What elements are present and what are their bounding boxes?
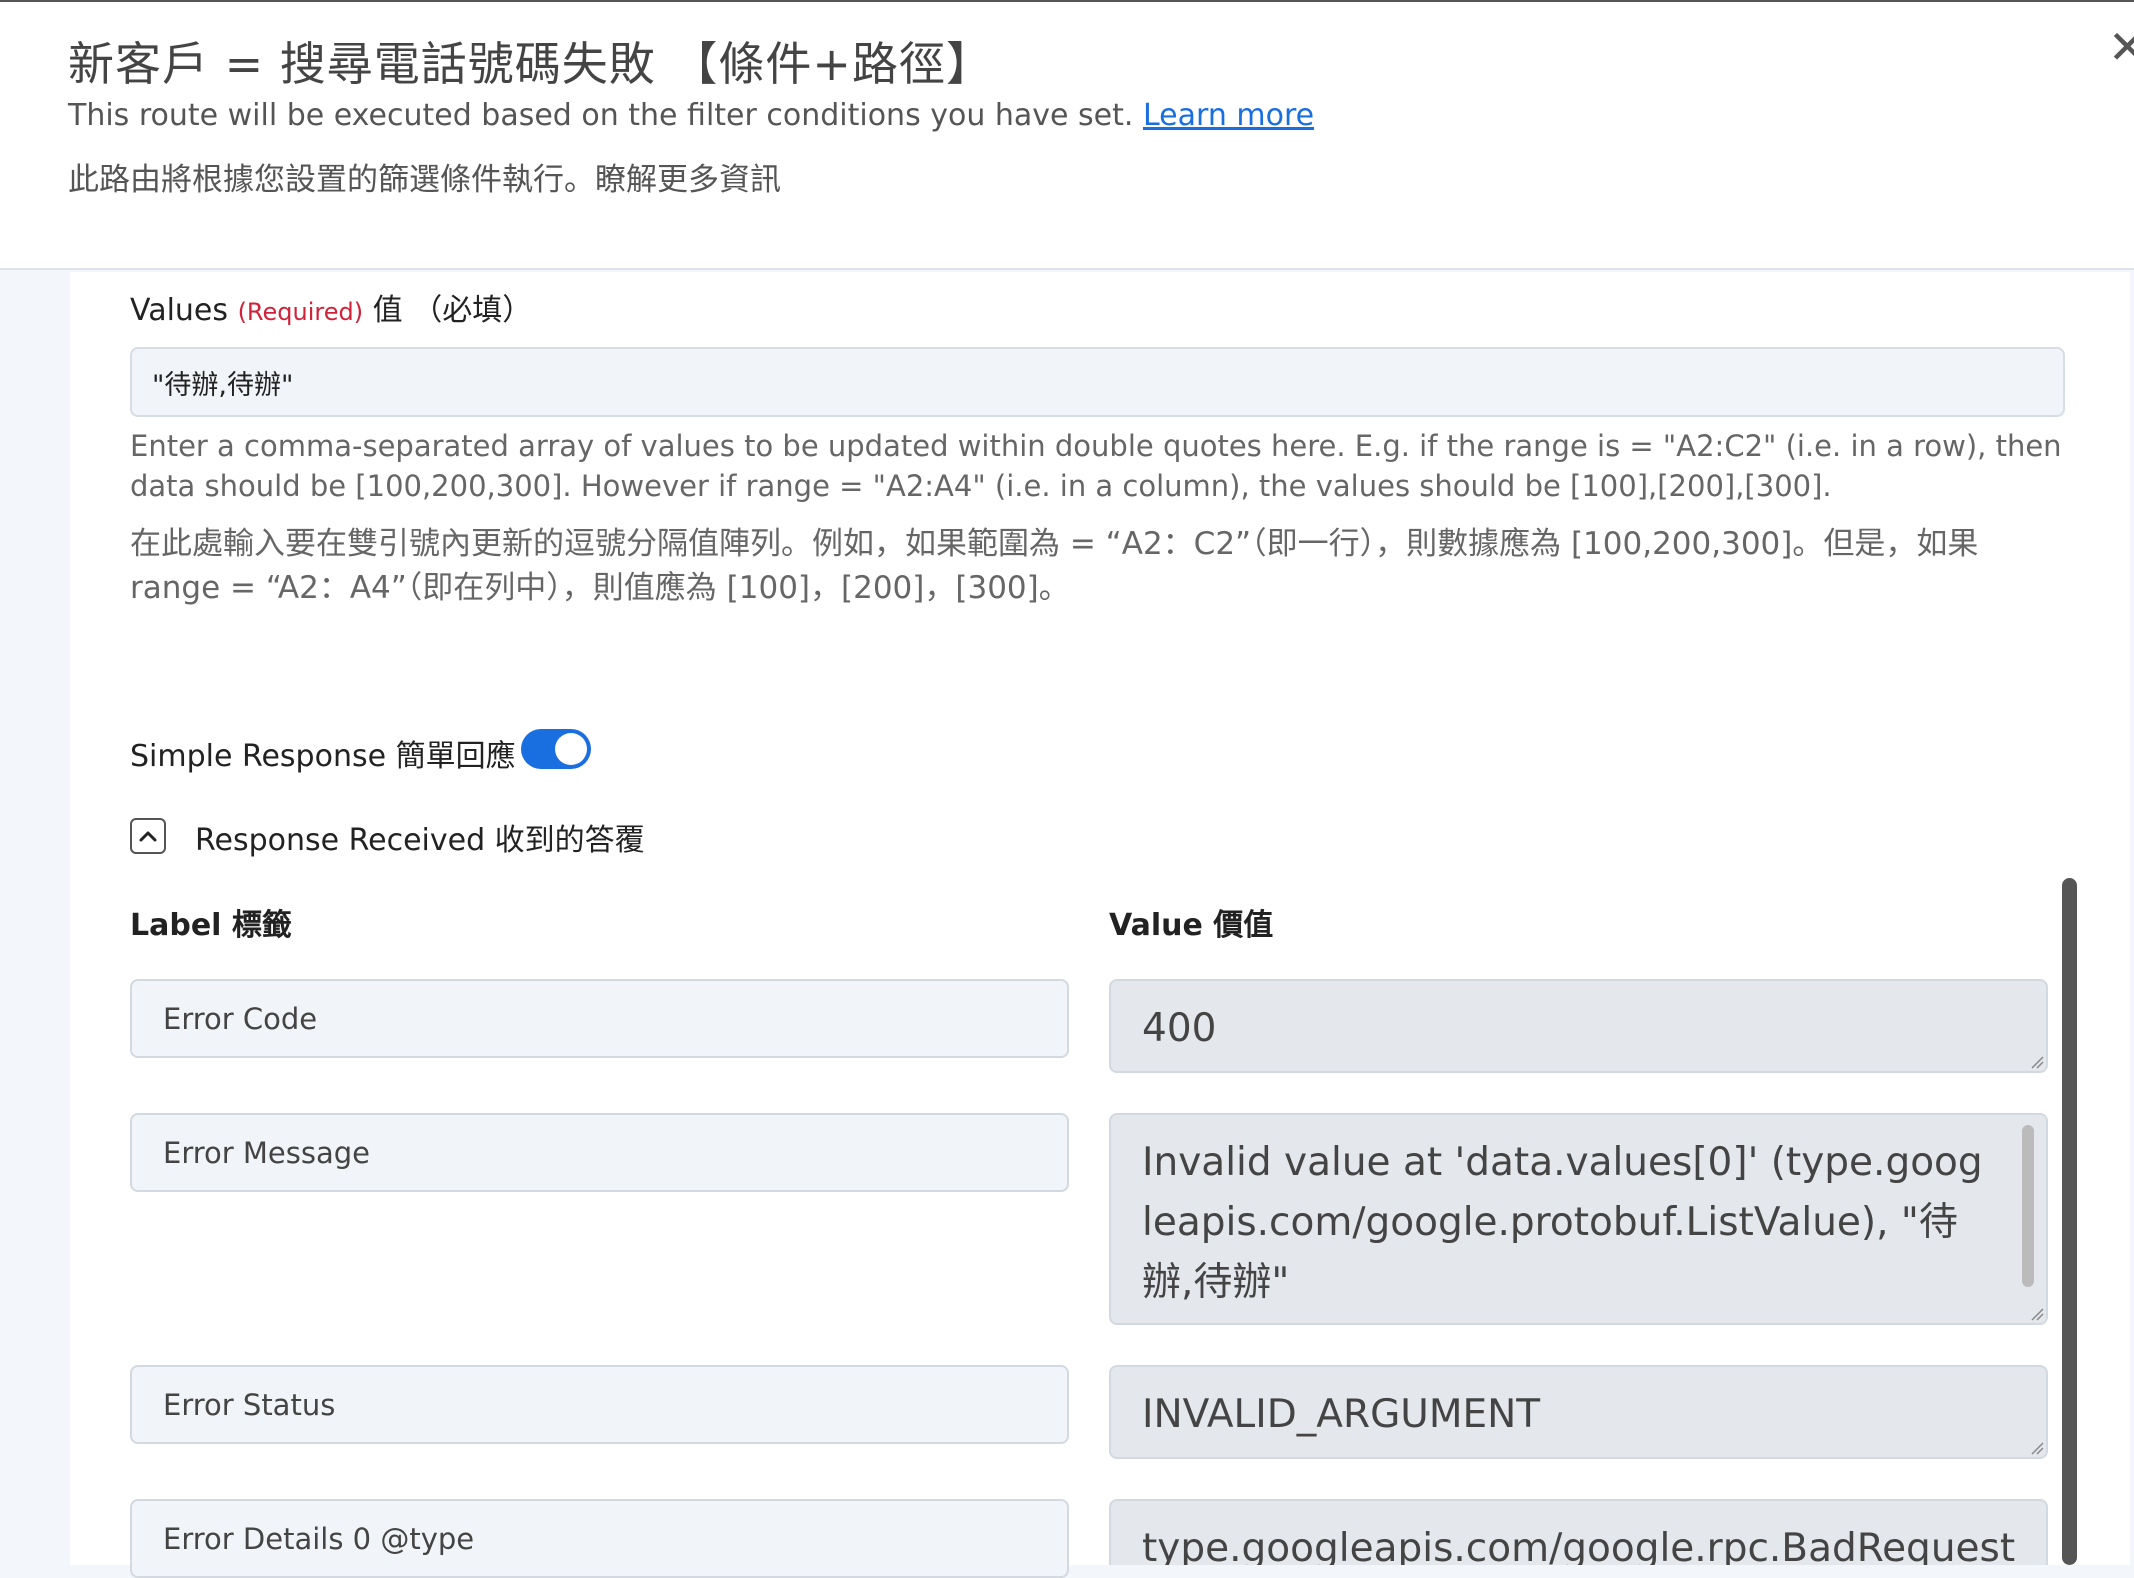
error-message-label-field[interactable]: Error Message — [130, 1113, 1069, 1192]
page-scrollbar[interactable] — [2062, 878, 2077, 1565]
error-details-type-value-field[interactable]: type.googleapis.com/google.rpc.BadReques… — [1109, 1499, 2048, 1565]
route-description-text: This route will be executed based on the… — [68, 98, 1134, 133]
error-code-label-field[interactable]: Error Code — [130, 979, 1069, 1058]
modal-header: 新客戶 = 搜尋電話號碼失敗 【條件+路徑】 ✕ This route will… — [0, 0, 2134, 270]
values-help-text: Enter a comma-separated array of values … — [130, 429, 2062, 503]
values-help-text-zh: 在此處輸入要在雙引號內更新的逗號分隔值陣列。例如，如果範圍為 = “A2：C2”… — [130, 526, 1979, 606]
error-details-type-value: type.googleapis.com/google.rpc.BadReques… — [1142, 1526, 2016, 1565]
resize-grip-icon[interactable] — [2028, 1053, 2044, 1069]
error-message-value: Invalid value at 'data.values[0]' (type.… — [1142, 1140, 1983, 1305]
toggle-knob — [555, 733, 587, 765]
textarea-scrollbar[interactable] — [2022, 1125, 2034, 1287]
value-column-header: Value 價值 — [1109, 908, 1274, 943]
error-code-value: 400 — [1142, 1006, 1217, 1051]
page-title: 新客戶 = 搜尋電話號碼失敗 【條件+路徑】 — [68, 37, 993, 91]
error-status-value: INVALID_ARGUMENT — [1142, 1392, 1541, 1437]
values-label: Values — [130, 293, 229, 328]
route-description-zh: 此路由將根據您設置的篩選條件執行。瞭解更多資訊 — [68, 162, 781, 198]
route-description: This route will be executed based on the… — [68, 98, 1314, 133]
error-status-value-field[interactable]: INVALID_ARGUMENT — [1109, 1365, 2048, 1459]
required-badge: (Required) — [237, 298, 364, 326]
chevron-up-icon[interactable] — [130, 818, 166, 854]
response-received-label: Response Received 收到的答覆 — [195, 823, 645, 858]
values-label-zh: 值 （必填） — [372, 293, 533, 328]
label-column-header: Label 標籤 — [130, 908, 292, 943]
resize-grip-icon[interactable] — [2028, 1439, 2044, 1455]
learn-more-link[interactable]: Learn more — [1143, 98, 1314, 133]
simple-response-toggle[interactable] — [521, 729, 591, 769]
error-details-type-label-field[interactable]: Error Details 0 @type — [130, 1499, 1069, 1578]
simple-response-label: Simple Response 簡單回應 — [130, 739, 516, 774]
close-icon[interactable]: ✕ — [2108, 24, 2134, 70]
error-message-value-field[interactable]: Invalid value at 'data.values[0]' (type.… — [1109, 1113, 2048, 1325]
error-code-value-field[interactable]: 400 — [1109, 979, 2048, 1073]
error-status-label-field[interactable]: Error Status — [130, 1365, 1069, 1444]
values-input[interactable] — [130, 347, 2065, 417]
resize-grip-icon[interactable] — [2028, 1305, 2044, 1321]
values-field-label: Values (Required) 值 （必填） — [130, 285, 532, 329]
